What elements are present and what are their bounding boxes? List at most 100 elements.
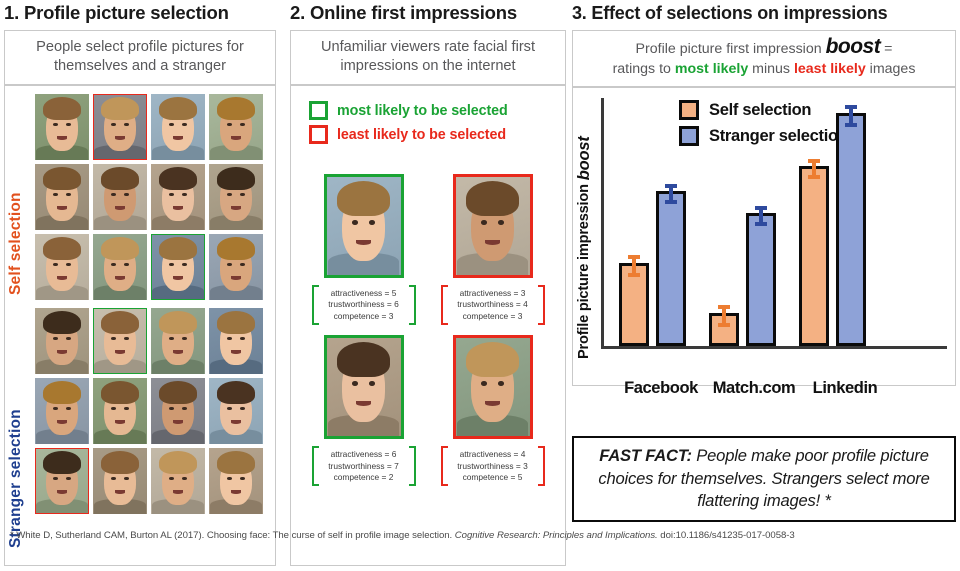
photo-eye-right	[498, 381, 505, 386]
stranger-selection-label: Stranger selection	[7, 409, 24, 548]
photo-mouth	[172, 136, 184, 140]
photo-thumbnail	[35, 164, 89, 230]
photo-eye-right	[66, 407, 71, 410]
rating-attractiveness: attractiveness = 4	[459, 449, 526, 460]
photo-eye-right	[240, 193, 245, 196]
photo-eye-left	[111, 477, 116, 480]
photo-thumbnail	[151, 94, 205, 160]
error-bar-cap-bottom	[665, 200, 677, 204]
photo-eye-right	[369, 381, 376, 386]
red-square-icon	[309, 125, 328, 144]
photo-eye-left	[227, 407, 232, 410]
photo-eye-right	[240, 337, 245, 340]
legend-swatch-stranger	[679, 126, 699, 146]
photo-hair	[158, 96, 198, 121]
photo-thumbnail	[93, 164, 147, 230]
panel3-title: 3. Effect of selections on impressions	[572, 3, 888, 23]
error-bar-cap-top	[665, 184, 677, 188]
error-bar-cap-bottom	[628, 273, 640, 277]
panel1-image-grids: Self selection Stranger selection	[4, 85, 276, 566]
self-selection-label: Self selection	[7, 192, 24, 296]
photo-eye-left	[53, 407, 58, 410]
photo-thumbnail	[35, 234, 89, 300]
photo-eye-right	[66, 337, 71, 340]
error-bar-cap-bottom	[755, 222, 767, 226]
photo-eye-right	[498, 220, 505, 225]
photo-eye-left	[351, 220, 358, 225]
photo-eye-right	[240, 123, 245, 126]
bar-stranger-facebook	[656, 184, 686, 346]
photo-least-likely-example	[452, 335, 533, 440]
rating-attractiveness: attractiveness = 3	[459, 288, 526, 298]
photo-least-likely	[93, 94, 147, 160]
photo-thumbnail	[35, 378, 89, 444]
panel-profile-picture-selection: 1. Profile picture selection People sele…	[4, 0, 276, 566]
photo-thumbnail	[209, 378, 263, 444]
photo-eye-right	[240, 407, 245, 410]
photo-least-likely-example	[452, 174, 533, 278]
bar-stranger-linkedin	[836, 105, 866, 346]
photo-hair	[465, 180, 520, 217]
photo-eye-right	[182, 477, 187, 480]
photo-hair	[158, 236, 198, 261]
error-bar-cap-top	[845, 105, 857, 109]
error-bar	[718, 305, 730, 327]
photo-mouth	[485, 400, 500, 406]
error-bar-cap-top	[628, 255, 640, 259]
legend-most-likely: most likely to be selected	[309, 101, 557, 120]
photo-hair	[100, 96, 140, 121]
footnote-prefix: * White D, Sutherland CAM, Burton AL (20…	[10, 530, 455, 541]
error-bar-cap-top	[808, 159, 820, 163]
bracket-right-icon	[537, 446, 545, 487]
photo-eye-right	[66, 193, 71, 196]
bracket-left-icon	[311, 285, 319, 326]
photo-hair	[465, 342, 520, 378]
example-least: attractiveness = 4 trustworthiness = 3 com…	[440, 335, 545, 487]
photo-mouth	[230, 206, 242, 210]
photo-mouth	[114, 136, 126, 140]
panel2-body: most likely to be selected least likely …	[290, 85, 566, 566]
photo-eye-left	[111, 123, 116, 126]
example-least: attractiveness = 3 trustworthiness = 4 com…	[440, 174, 545, 326]
error-bar-cap-top	[755, 206, 767, 210]
bar-group-facebook	[619, 184, 686, 346]
photo-mouth	[172, 206, 184, 210]
rating-trustworthiness: trustworthiness = 3	[457, 460, 528, 471]
photo-mouth	[56, 136, 68, 140]
rating-competence: competence = 3	[333, 310, 394, 321]
photo-thumbnail	[93, 378, 147, 444]
photo-eye-right	[182, 123, 187, 126]
photo-eye-left	[351, 381, 358, 386]
photo-eye-left	[227, 193, 232, 196]
photo-thumbnail	[35, 308, 89, 374]
photo-eye-right	[66, 263, 71, 266]
x-tick-match-com: Match.com	[712, 379, 796, 397]
self-selection-photo-grid	[35, 94, 263, 300]
chart-y-axis-label: Profile picture impression boost	[575, 136, 593, 360]
boost-word: boost	[825, 35, 881, 58]
error-bar-cap-top	[718, 305, 730, 309]
photo-eye-right	[369, 220, 376, 225]
panel3-caption: Profile picture first impression boost =…	[573, 31, 955, 86]
photo-mouth	[230, 136, 242, 140]
photo-most-likely	[93, 308, 147, 374]
photo-eye-right	[124, 407, 129, 410]
bracket-right-icon	[408, 446, 416, 487]
photo-thumbnail	[35, 94, 89, 160]
rating-values: attractiveness = 6 trustworthiness = 7 com…	[311, 446, 416, 487]
photo-thumbnail	[209, 94, 263, 160]
photo-hair	[100, 380, 140, 405]
photo-most-likely-example	[323, 335, 404, 440]
infographic-root: 1. Profile picture selection People sele…	[0, 0, 960, 566]
bracket-right-icon	[537, 285, 545, 326]
legend-least-likely: least likely to be selected	[309, 125, 557, 144]
rating-values: attractiveness = 5 trustworthiness = 6 com…	[311, 285, 416, 326]
photo-hair	[216, 310, 256, 335]
photo-hair	[158, 380, 198, 405]
error-bar-cap-bottom	[845, 123, 857, 127]
photo-mouth	[172, 276, 184, 280]
panel3-caption-box: Profile picture first impression boost =…	[572, 30, 956, 87]
photo-eye-right	[124, 193, 129, 196]
photo-eye-left	[53, 193, 58, 196]
photo-mouth	[172, 350, 184, 354]
